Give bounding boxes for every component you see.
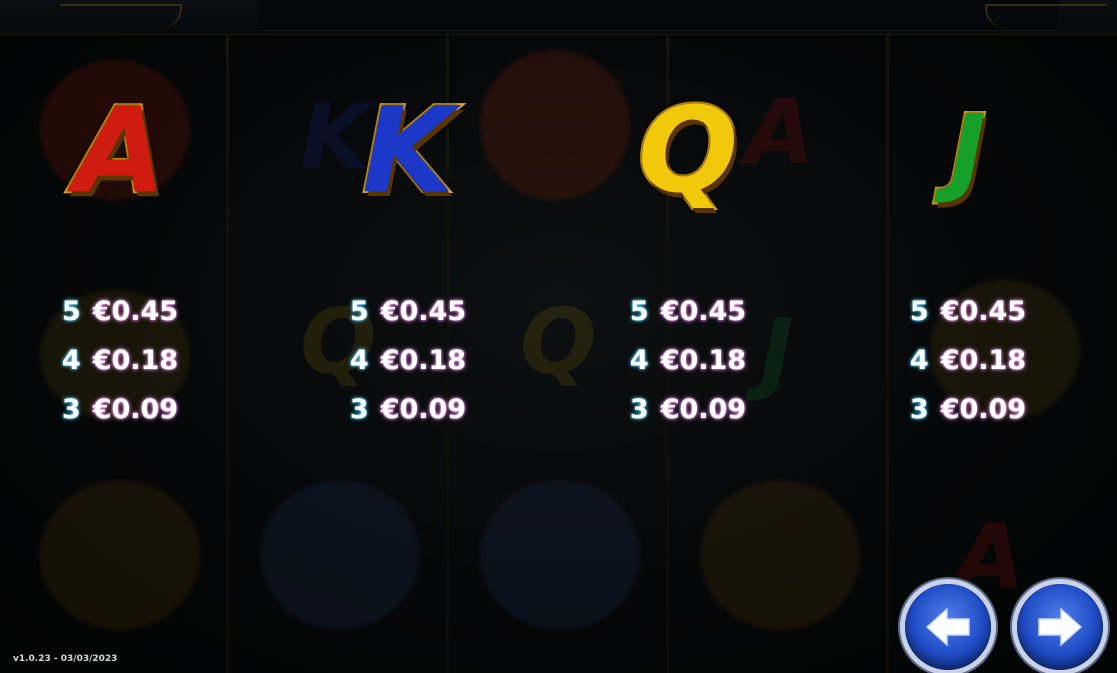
symbol-glyph: J <box>948 94 988 206</box>
top-panel <box>258 0 1058 31</box>
payout-amount: €0.45 <box>92 296 179 327</box>
dolphin-ghost-icon <box>480 480 640 630</box>
top-frame <box>0 0 1117 35</box>
payout-amount: €0.45 <box>660 296 747 327</box>
payout-row: 5 €0.45 <box>588 296 788 345</box>
paytable-column-a: A 5 €0.45 4 €0.18 3 €0.09 <box>20 70 220 450</box>
letter-a-symbol-icon: A <box>20 70 220 230</box>
letter-k-symbol-icon: K <box>308 70 508 230</box>
paytable-column-j: J 5 €0.45 4 €0.18 3 €0.09 <box>868 70 1068 450</box>
payout-amount: €0.18 <box>660 345 747 376</box>
version-label: v1.0.23 - 03/03/2023 <box>13 654 118 664</box>
payout-amount: €0.09 <box>92 394 179 425</box>
payout-row: 3 €0.09 <box>308 394 508 443</box>
match-count: 3 <box>61 394 81 425</box>
match-count: 4 <box>61 345 81 376</box>
reel-divider <box>226 34 229 673</box>
symbol-glyph: K <box>360 81 455 219</box>
match-count: 5 <box>349 296 369 327</box>
payout-list: 5 €0.45 4 €0.18 3 €0.09 <box>868 296 1068 443</box>
match-count: 5 <box>909 296 929 327</box>
match-count: 5 <box>629 296 649 327</box>
symbol-glyph: Q <box>636 81 740 219</box>
payout-row: 5 €0.45 <box>308 296 508 345</box>
match-count: 3 <box>629 394 649 425</box>
payout-row: 3 €0.09 <box>868 394 1068 443</box>
payout-row: 4 €0.18 <box>588 345 788 394</box>
match-count: 4 <box>629 345 649 376</box>
match-count: 3 <box>909 394 929 425</box>
payout-amount: €0.45 <box>380 296 467 327</box>
payout-list: 5 €0.45 4 €0.18 3 €0.09 <box>20 296 220 443</box>
letter-q-symbol-icon: Q <box>588 70 788 230</box>
next-page-button[interactable] <box>1017 584 1103 670</box>
payout-amount: €0.18 <box>92 345 179 376</box>
payout-list: 5 €0.45 4 €0.18 3 €0.09 <box>308 296 508 443</box>
payout-row: 5 €0.45 <box>868 296 1068 345</box>
payout-amount: €0.45 <box>940 296 1027 327</box>
match-count: 3 <box>349 394 369 425</box>
payout-row: 4 €0.18 <box>20 345 220 394</box>
letter-q-ghost-icon: Q <box>520 290 597 395</box>
frame-ornament-right <box>985 4 1107 28</box>
starfish-ghost-icon <box>700 480 860 630</box>
arrow-right-icon <box>1038 607 1083 647</box>
payout-amount: €0.09 <box>940 394 1027 425</box>
match-count: 5 <box>61 296 81 327</box>
payout-row: 3 €0.09 <box>588 394 788 443</box>
symbol-glyph: A <box>72 81 167 219</box>
payout-amount: €0.09 <box>380 394 467 425</box>
match-count: 4 <box>909 345 929 376</box>
arrow-left-icon <box>925 607 970 647</box>
previous-page-button[interactable] <box>905 584 991 670</box>
payout-row: 4 €0.18 <box>868 345 1068 394</box>
match-count: 4 <box>349 345 369 376</box>
payout-amount: €0.18 <box>940 345 1027 376</box>
letter-j-symbol-icon: J <box>868 70 1068 230</box>
frame-ornament-left <box>60 4 182 28</box>
paytable-column-k: K 5 €0.45 4 €0.18 3 €0.09 <box>308 70 508 450</box>
payout-amount: €0.09 <box>660 394 747 425</box>
payout-row: 4 €0.18 <box>308 345 508 394</box>
starfish-ghost-icon <box>40 480 200 630</box>
dolphin-ghost-icon <box>260 480 420 630</box>
payout-list: 5 €0.45 4 €0.18 3 €0.09 <box>588 296 788 443</box>
paytable-column-q: Q 5 €0.45 4 €0.18 3 €0.09 <box>588 70 788 450</box>
payout-row: 3 €0.09 <box>20 394 220 443</box>
payout-row: 5 €0.45 <box>20 296 220 345</box>
game-screen: K A Q Q J A A 5 €0.45 4 €0.18 3 €0.09 K <box>0 0 1117 673</box>
payout-amount: €0.18 <box>380 345 467 376</box>
